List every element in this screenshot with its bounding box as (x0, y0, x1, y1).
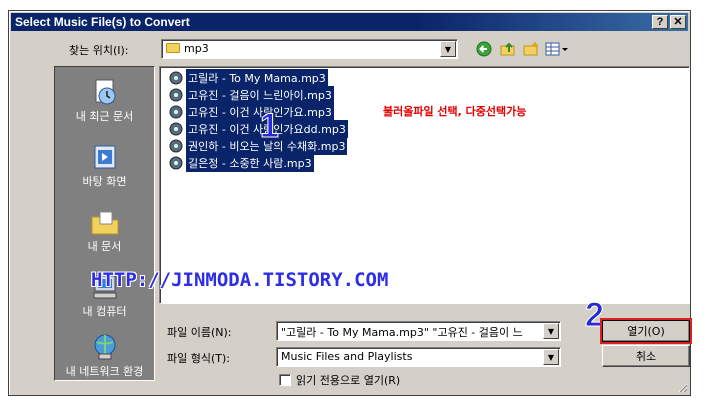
open-file-dialog: Select Music File(s) to Convert ? ✕ 찾는 위… (8, 10, 692, 396)
look-in-combo[interactable]: mp3 ▼ (161, 39, 458, 59)
place-recent-documents[interactable]: 내 최근 문서 (55, 77, 154, 123)
annotation-step-1: 1 (260, 107, 280, 146)
music-file-icon (169, 105, 183, 119)
look-in-label: 찾는 위치(I): (69, 44, 129, 57)
chevron-down-icon[interactable]: ▼ (543, 323, 559, 339)
list-item[interactable]: 고유진 - 이건 사랑인가요dd.mp3 (168, 120, 348, 138)
place-desktop[interactable]: 바탕 화면 (55, 142, 154, 188)
list-item[interactable]: 길은정 - 소중한 사람.mp3 (168, 154, 314, 172)
title-bar[interactable]: Select Music File(s) to Convert ? ✕ (11, 13, 688, 31)
resize-grip-icon[interactable] (676, 381, 688, 393)
read-only-option[interactable]: 읽기 전용으로 열기(R) (279, 372, 400, 388)
places-bar: 내 최근 문서 바탕 화면 내 문서 내 컴퓨터 내 네트워크 환경 (54, 66, 155, 381)
place-my-documents[interactable]: 내 문서 (55, 207, 154, 253)
folder-icon (166, 43, 180, 53)
network-icon (90, 332, 120, 362)
file-name-field[interactable]: "고릴라 - To My Mama.mp3" "고유진 - 걸음이 느 ▼ (276, 321, 561, 341)
back-arrow-icon[interactable] (475, 40, 493, 58)
list-item[interactable]: 고유진 - 걸음이 느린아이.mp3 (168, 86, 334, 104)
help-button[interactable]: ? (652, 15, 668, 29)
list-item[interactable]: 고릴라 - To My Mama.mp3 (168, 69, 328, 87)
list-item[interactable]: 고유진 - 이건 사랑인가요.mp3 (168, 103, 334, 121)
file-type-label: 파일 형식(T): (167, 352, 230, 365)
cancel-button[interactable]: 취소 (602, 345, 690, 367)
chevron-down-icon[interactable]: ▼ (440, 41, 456, 57)
music-file-icon (169, 122, 183, 136)
file-name-value: "고릴라 - To My Mama.mp3" "고유진 - 걸음이 느 (281, 326, 523, 339)
file-type-value: Music Files and Playlists (281, 350, 413, 363)
music-file-icon (169, 156, 183, 170)
look-in-value: mp3 (184, 42, 209, 55)
file-name-label: 파일 이름(N): (167, 326, 232, 339)
music-file-icon (169, 139, 183, 153)
music-file-icon (169, 88, 183, 102)
desktop-icon (90, 142, 120, 172)
my-documents-icon (90, 207, 120, 237)
open-button-highlight (600, 318, 692, 344)
window-title: Select Music File(s) to Convert (15, 15, 190, 29)
chevron-down-icon[interactable]: ▼ (543, 349, 559, 365)
up-folder-icon[interactable] (499, 40, 517, 58)
read-only-label: 읽기 전용으로 열기(R) (296, 374, 401, 387)
close-button[interactable]: ✕ (670, 15, 686, 29)
place-network[interactable]: 내 네트워크 환경 (55, 332, 154, 378)
read-only-checkbox[interactable] (279, 374, 291, 386)
views-menu-icon[interactable] (544, 40, 570, 58)
annotation-note: 불러올파일 선택, 다중선택가능 (383, 105, 527, 118)
new-folder-icon[interactable] (522, 40, 540, 58)
recent-documents-icon (90, 77, 120, 107)
file-type-select[interactable]: Music Files and Playlists ▼ (276, 347, 561, 367)
music-file-icon (169, 71, 183, 85)
list-item[interactable]: 권인하 - 비오는 날의 수채화.mp3 (168, 137, 348, 155)
watermark-url: HTTP://JINMODA.TISTORY.COM (91, 269, 389, 291)
